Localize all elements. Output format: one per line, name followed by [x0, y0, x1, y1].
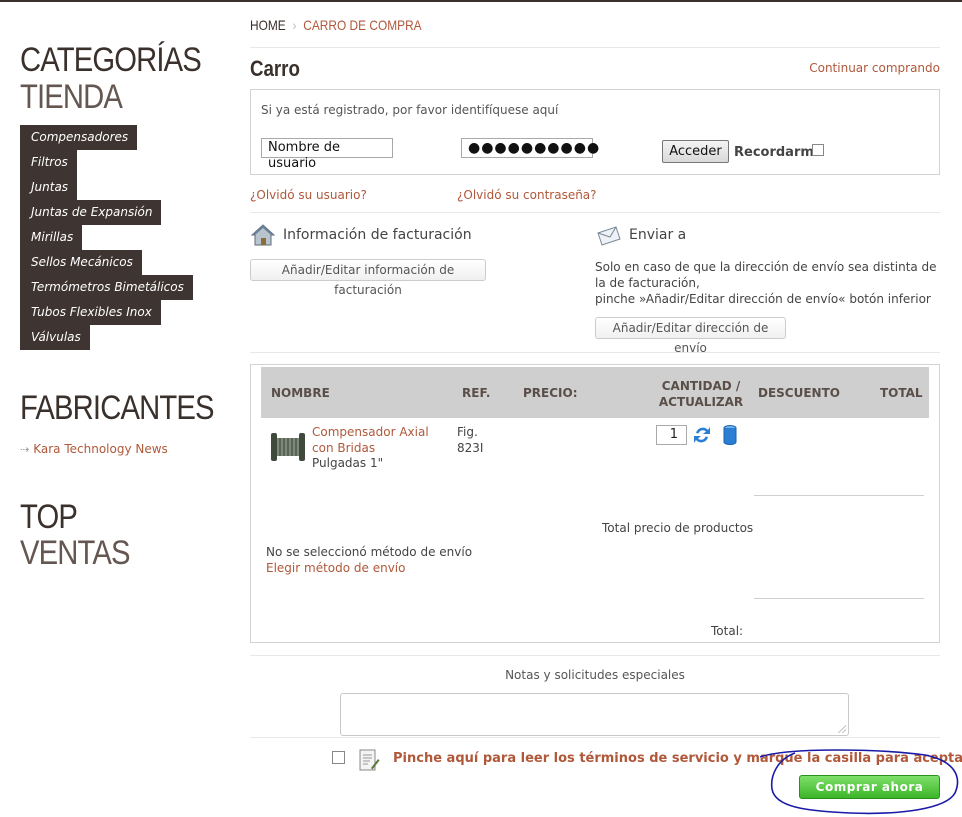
- product-variant: Pulgadas 1": [312, 456, 384, 470]
- divider: [250, 352, 940, 353]
- col-qty: CANTIDAD / ACTUALIZAR: [658, 379, 744, 409]
- divider: [250, 655, 940, 656]
- breadcrumb-current[interactable]: CARRO DE COMPRA: [303, 17, 421, 33]
- billing-title: Información de facturación: [283, 227, 472, 243]
- tos-checkbox[interactable]: [332, 751, 345, 764]
- product-ref: Fig. 823I: [457, 425, 484, 455]
- edit-billing-button[interactable]: Añadir/Editar información de facturación: [250, 259, 486, 297]
- forgot-username-link[interactable]: ¿Olvidó su usuario?: [250, 188, 367, 202]
- edit-shipping-button[interactable]: Añadir/Editar dirección de envío: [595, 317, 786, 355]
- notes-textarea[interactable]: [340, 693, 849, 736]
- quantity-input[interactable]: 1: [656, 425, 687, 445]
- choose-shipping-link[interactable]: Elegir método de envío: [266, 561, 405, 575]
- category-item[interactable]: Juntas: [20, 175, 193, 200]
- remember-label: Recordarme: [734, 145, 823, 160]
- ship-to-title: Enviar a: [629, 227, 687, 243]
- category-item[interactable]: Juntas de Expansión: [20, 200, 193, 225]
- username-input[interactable]: Nombre de usuario: [261, 138, 393, 171]
- products-total-label: Total precio de productos: [602, 521, 754, 535]
- resize-grip-icon[interactable]: [838, 725, 846, 733]
- divider: [250, 212, 940, 213]
- category-item[interactable]: Mirillas: [20, 225, 193, 250]
- delete-icon[interactable]: [723, 425, 737, 445]
- divider: [250, 737, 940, 738]
- category-item[interactable]: Termómetros Bimetálicos: [20, 275, 193, 300]
- login-message: Si ya está registrado, por favor identif…: [261, 103, 559, 117]
- document-icon: [359, 749, 380, 771]
- category-item[interactable]: Válvulas: [20, 325, 193, 350]
- product-thumbnail: [271, 433, 305, 461]
- chevron-right-icon: ›: [292, 17, 297, 33]
- arrow-right-icon: ⇢: [20, 443, 30, 456]
- categories-title: CATEGORÍAS: [20, 41, 202, 79]
- divider: [754, 598, 924, 599]
- envelope-icon: [597, 226, 621, 246]
- top-subtitle: VENTAS: [20, 534, 131, 572]
- breadcrumb-home[interactable]: HOME: [250, 17, 286, 33]
- divider: [250, 47, 940, 48]
- continue-shopping-link[interactable]: Continuar comprando: [809, 61, 940, 75]
- col-name: NOMBRE: [271, 386, 330, 400]
- login-box: Si ya está registrado, por favor identif…: [250, 89, 940, 175]
- category-item[interactable]: Filtros: [20, 150, 193, 175]
- total-label: Total:: [711, 624, 744, 638]
- divider: [754, 495, 924, 496]
- notes-label: Notas y solicitudes especiales: [505, 668, 685, 682]
- categories-subtitle: TIENDA: [20, 78, 123, 116]
- password-input[interactable]: ●●●●●●●●●●: [461, 138, 599, 158]
- category-item[interactable]: Tubos Flexibles Inox: [20, 300, 193, 325]
- forgot-password-link[interactable]: ¿Olvidó su contraseña?: [457, 188, 597, 202]
- manufacturers-title: FABRICANTES: [20, 389, 215, 427]
- category-item[interactable]: Compensadores: [20, 125, 193, 150]
- breadcrumb: HOME › CARRO DE COMPRA: [250, 17, 422, 33]
- col-discount: DESCUENTO: [758, 386, 840, 400]
- login-button[interactable]: Acceder: [662, 140, 729, 163]
- product-link[interactable]: Compensador Axial con Bridas: [312, 424, 452, 456]
- cart-table: NOMBRE REF. PRECIO: CANTIDAD / ACTUALIZAR…: [250, 364, 940, 643]
- annotation-ellipse: [759, 749, 959, 815]
- col-total: TOTAL: [880, 386, 923, 400]
- category-item[interactable]: Sellos Mecánicos: [20, 250, 193, 275]
- col-price: PRECIO:: [523, 386, 578, 400]
- manufacturer-link[interactable]: ⇢ Kara Technology News: [20, 442, 168, 456]
- no-shipping-text: No se seleccionó método de envío: [266, 545, 473, 559]
- category-list: Compensadores Filtros Juntas Juntas de E…: [20, 125, 193, 350]
- table-header: NOMBRE REF. PRECIO: CANTIDAD / ACTUALIZAR…: [261, 367, 929, 418]
- shipping-note-text: Solo en caso de que la dirección de enví…: [595, 260, 937, 306]
- remember-checkbox[interactable]: [812, 144, 824, 156]
- page-title: Carro: [250, 56, 300, 81]
- house-icon: [251, 224, 275, 246]
- col-ref: REF.: [462, 386, 491, 400]
- top-title: TOP: [20, 498, 78, 536]
- refresh-icon[interactable]: [692, 424, 712, 446]
- shipping-note: Solo en caso de que la dirección de enví…: [595, 259, 940, 307]
- top-border: [0, 0, 962, 2]
